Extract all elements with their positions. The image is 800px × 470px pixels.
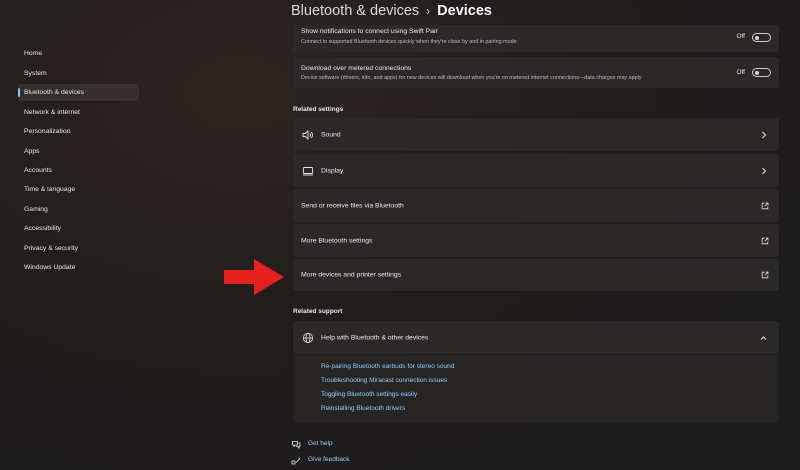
help-bluetooth-expander[interactable]: Help with Bluetooth & other devices [293, 321, 779, 354]
metered-download-setting: Download over metered connections Device… [293, 57, 779, 88]
external-link-icon [761, 237, 769, 244]
sidebar-item-label: Apps [24, 148, 40, 155]
display-label: Display [321, 167, 344, 174]
swift-pair-toggle[interactable] [752, 33, 771, 42]
sidebar-item-label: System [24, 70, 47, 77]
sidebar-item-time-language[interactable]: Time & language [18, 181, 139, 198]
sidebar-item-label: Network & internet [24, 109, 80, 116]
breadcrumb-parent[interactable]: Bluetooth & devices [291, 3, 419, 19]
sidebar-item-label: Accessibility [24, 225, 62, 232]
chevron-right-icon [762, 167, 767, 174]
active-indicator [18, 88, 20, 97]
related-settings-heading: Related settings [293, 106, 344, 113]
sidebar-item-apps[interactable]: Apps [18, 143, 139, 160]
support-link-toggling-bluetooth[interactable]: Toggling Bluetooth settings easily [321, 391, 417, 398]
related-support-heading: Related support [293, 308, 343, 315]
send-receive-files-row[interactable]: Send or receive files via Bluetooth [293, 189, 779, 222]
more-devices-printer-settings-label: More devices and printer settings [301, 271, 402, 279]
setting-title: Show notifications to connect using Swif… [301, 28, 438, 35]
get-help-icon [292, 441, 301, 449]
chevron-right-icon [762, 131, 767, 138]
sidebar-item-accessibility[interactable]: Accessibility [18, 220, 139, 237]
breadcrumb: Bluetooth & devices › Devices [291, 3, 492, 19]
breadcrumb-separator: › [426, 4, 431, 18]
sidebar-item-home[interactable]: Home [18, 45, 139, 62]
sidebar-item-label: Accounts [24, 167, 52, 174]
chevron-up-icon [760, 335, 767, 340]
more-bluetooth-settings-row[interactable]: More Bluetooth settings [293, 224, 779, 257]
give-feedback-link[interactable]: Give feedback [308, 456, 350, 463]
sidebar-item-label: Bluetooth & devices [24, 89, 85, 96]
sidebar-item-label: Gaming [24, 206, 48, 213]
setting-title: Download over metered connections [301, 65, 412, 72]
sidebar-item-bluetooth-devices[interactable]: Bluetooth & devices [18, 84, 139, 101]
red-arrow-annotation [224, 259, 284, 295]
send-receive-files-label: Send or receive files via Bluetooth [301, 202, 404, 209]
more-devices-printer-settings-row[interactable]: More devices and printer settings [293, 259, 779, 291]
sidebar-item-label: Home [24, 50, 43, 57]
metered-download-toggle[interactable] [752, 68, 771, 77]
external-link-icon [761, 271, 769, 279]
speaker-icon [302, 129, 313, 140]
sound-row[interactable]: Sound [293, 118, 779, 151]
toggle-knob [755, 70, 759, 75]
sidebar-item-label: Time & language [24, 186, 76, 193]
more-bluetooth-settings-label: More Bluetooth settings [301, 237, 373, 244]
display-row[interactable]: Display [293, 154, 779, 187]
page-title: Devices [437, 3, 492, 19]
sidebar-item-accounts[interactable]: Accounts [18, 162, 139, 179]
sidebar-item-personalization[interactable]: Personalization [18, 123, 139, 140]
feedback-icon [291, 457, 301, 465]
setting-description: Connect to supported Bluetooth devices q… [301, 39, 517, 45]
support-link-repairing-earbuds[interactable]: Re-pairing Bluetooth earbuds for stereo … [321, 363, 454, 370]
globe-icon [303, 332, 313, 343]
sidebar-item-label: Personalization [24, 128, 71, 135]
sound-label: Sound [321, 131, 341, 138]
sidebar-item-system[interactable]: System [18, 65, 139, 82]
swift-pair-setting: Show notifications to connect using Swif… [293, 25, 779, 52]
get-help-link[interactable]: Get help [308, 440, 333, 447]
sidebar-item-label: Windows Update [24, 264, 76, 271]
sidebar-item-windows-update[interactable]: Windows Update [18, 259, 139, 276]
sidebar-item-privacy-security[interactable]: Privacy & security [18, 240, 139, 257]
support-link-reinstalling-drivers[interactable]: Reinstalling Bluetooth drivers [321, 405, 405, 412]
help-bluetooth-label: Help with Bluetooth & other devices [321, 334, 429, 341]
setting-description: Device software (drivers, info, and apps… [301, 75, 642, 81]
toggle-state-label: Off [736, 69, 745, 76]
sidebar-item-network-internet[interactable]: Network & internet [18, 104, 139, 121]
sidebar-item-gaming[interactable]: Gaming [18, 201, 139, 218]
toggle-state-label: Off [736, 33, 745, 40]
toggle-knob [755, 35, 759, 40]
monitor-icon [303, 166, 313, 175]
sidebar-item-label: Privacy & security [24, 245, 79, 252]
sidebar: Home System Bluetooth & devices Network … [0, 0, 145, 470]
external-link-icon [761, 202, 769, 209]
support-link-miracast[interactable]: Troubleshooting Miracast connection issu… [321, 377, 447, 384]
